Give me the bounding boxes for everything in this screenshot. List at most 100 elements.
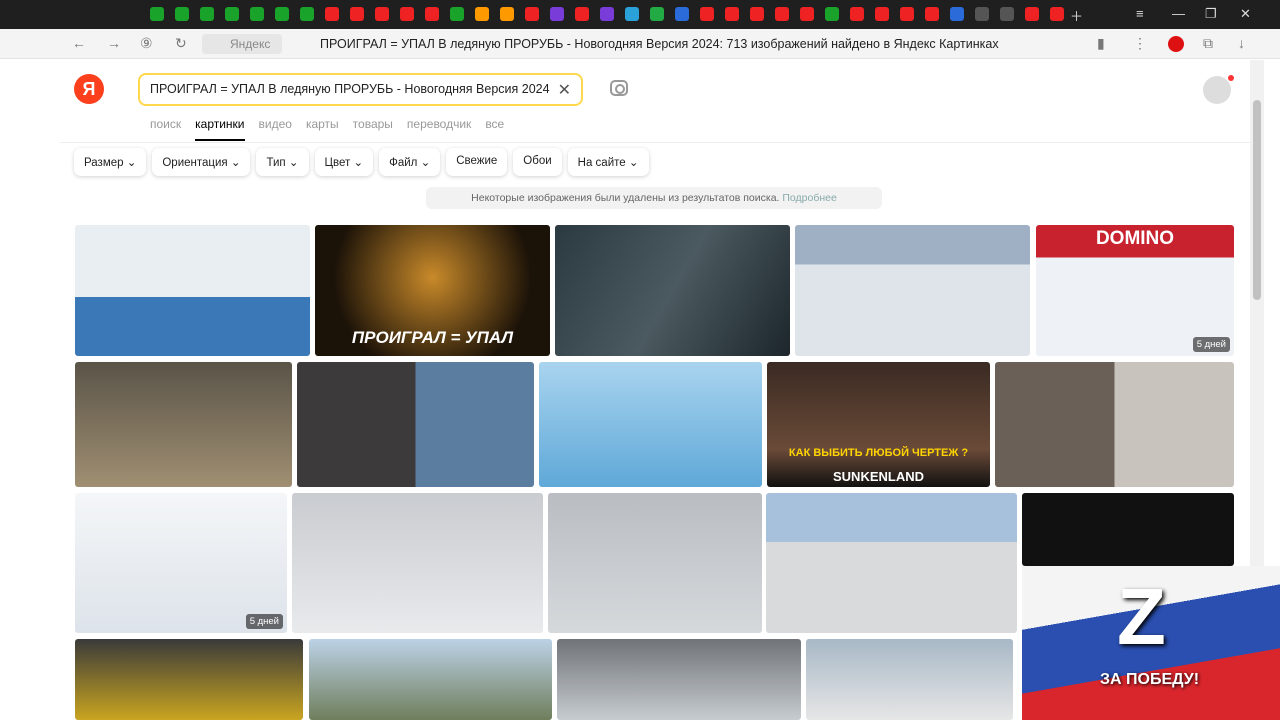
download-icon[interactable]: ↓ xyxy=(1238,35,1245,51)
tab-favicon-icon[interactable] xyxy=(675,7,689,21)
tab-maps[interactable]: карты xyxy=(306,117,339,141)
more-icon[interactable]: ⋮ xyxy=(1133,35,1147,52)
tab-favicon-icon[interactable] xyxy=(150,7,164,21)
menu-icon[interactable]: ≡ xyxy=(1136,6,1144,21)
tab-favicon-icon[interactable] xyxy=(1050,7,1064,21)
close-window-button[interactable]: ✕ xyxy=(1240,6,1251,22)
image-caption: КАК ВЫБИТЬ ЛЮБОЙ ЧЕРТЕЖ ? xyxy=(788,447,969,459)
filter-size[interactable]: Размер ⌄ xyxy=(74,148,147,176)
tab-favicon-icon[interactable] xyxy=(900,7,914,21)
image-result[interactable]: КАК ВЫБИТЬ ЛЮБОЙ ЧЕРТЕЖ ? SUNKENLAND xyxy=(767,362,990,487)
tab-favicon-icon[interactable] xyxy=(750,7,764,21)
tab-favicon-icon[interactable] xyxy=(775,7,789,21)
tab-favicon-icon[interactable] xyxy=(1025,7,1039,21)
yandex-icon[interactable]: ⑨ xyxy=(140,35,153,52)
image-result[interactable] xyxy=(555,225,790,356)
tab-favicon-icon[interactable] xyxy=(450,7,464,21)
tab-favicon-icon[interactable] xyxy=(725,7,739,21)
tab-images[interactable]: картинки xyxy=(195,117,245,141)
back-icon[interactable]: ← xyxy=(72,35,86,51)
image-result[interactable]: ПРОИГРАЛ = УПАЛ xyxy=(315,225,550,356)
tab-favicon-icon[interactable] xyxy=(650,7,664,21)
restore-button[interactable]: ❐ xyxy=(1205,6,1217,22)
image-result[interactable] xyxy=(766,493,1017,633)
bookmark-icon[interactable]: ▮ xyxy=(1097,35,1105,52)
image-result[interactable] xyxy=(548,493,762,633)
tab-favicon-icon[interactable] xyxy=(850,7,864,21)
notice-link[interactable]: Подробнее xyxy=(782,192,836,204)
tab-favicon-icon[interactable] xyxy=(550,7,564,21)
tab-favicon-icon[interactable] xyxy=(525,7,539,21)
tab-all[interactable]: все xyxy=(485,117,504,141)
tab-favicon-icon[interactable] xyxy=(425,7,439,21)
image-result[interactable] xyxy=(557,639,801,720)
tab-favicon-icon[interactable] xyxy=(400,7,414,21)
tab-favicon-icon[interactable] xyxy=(800,7,814,21)
forward-icon[interactable]: → xyxy=(107,35,121,51)
adblock-icon[interactable] xyxy=(1168,36,1184,52)
filter-orientation[interactable]: Ориентация ⌄ xyxy=(152,148,251,176)
minimize-button[interactable]: — xyxy=(1172,6,1185,21)
tab-favicon-icon[interactable] xyxy=(875,7,889,21)
site-host[interactable]: Яндекс xyxy=(202,34,282,54)
page-title[interactable]: ПРОИГРАЛ = УПАЛ В ледяную ПРОРУБЬ - Ново… xyxy=(320,37,999,51)
tab-favicon-icon[interactable] xyxy=(275,7,289,21)
tab-favicon-icon[interactable] xyxy=(600,7,614,21)
camera-search-icon[interactable] xyxy=(610,80,628,96)
image-result[interactable] xyxy=(75,362,292,487)
image-result[interactable]: 5 дней xyxy=(75,493,287,633)
tab-favicon-icon[interactable] xyxy=(175,7,189,21)
avatar[interactable] xyxy=(1203,75,1234,104)
tab-favicon-icon[interactable] xyxy=(575,7,589,21)
reload-icon[interactable]: ↻ xyxy=(175,35,187,52)
tab-search[interactable]: поиск xyxy=(150,117,181,141)
image-result[interactable] xyxy=(995,362,1234,487)
filter-site[interactable]: На сайте ⌄ xyxy=(567,148,649,176)
tab-favicon-icon[interactable] xyxy=(825,7,839,21)
tab-favicon-icon[interactable] xyxy=(500,7,514,21)
image-result[interactable] xyxy=(539,362,762,487)
filter-file[interactable]: Файл ⌄ xyxy=(379,148,441,176)
address-bar: ← → ⑨ ↻ Яндекс ПРОИГРАЛ = УПАЛ В ледяную… xyxy=(0,29,1280,59)
tab-favicon-icon[interactable] xyxy=(700,7,714,21)
tab-favicon-icon[interactable] xyxy=(375,7,389,21)
image-result[interactable] xyxy=(297,362,534,487)
tab-favicon-icon[interactable] xyxy=(300,7,314,21)
image-result[interactable]: DOMINO 5 дней xyxy=(1036,225,1234,356)
service-tabs: поиск картинки видео карты товары перево… xyxy=(150,117,504,141)
filter-fresh[interactable]: Свежие xyxy=(446,148,508,176)
yandex-logo[interactable]: Я xyxy=(74,74,104,104)
filter-color[interactable]: Цвет ⌄ xyxy=(314,148,374,176)
tab-favicon-icon[interactable] xyxy=(1000,7,1014,21)
image-caption: DOMINO xyxy=(1095,228,1175,249)
image-result[interactable] xyxy=(75,225,310,356)
new-tab-button[interactable]: ＋ xyxy=(1070,6,1083,25)
scrollbar-thumb[interactable] xyxy=(1253,100,1261,300)
tab-favicon-icon[interactable] xyxy=(625,7,639,21)
tab-favicon-icon[interactable] xyxy=(475,7,489,21)
filter-wallpapers[interactable]: Обои xyxy=(513,148,562,176)
age-badge: 5 дней xyxy=(1192,337,1230,352)
tab-favicon-icon[interactable] xyxy=(950,7,964,21)
tab-favicon-icon[interactable] xyxy=(350,7,364,21)
search-query[interactable]: ПРОИГРАЛ = УПАЛ В ледяную ПРОРУБЬ - Ново… xyxy=(150,82,550,96)
search-input[interactable]: ПРОИГРАЛ = УПАЛ В ледяную ПРОРУБЬ - Ново… xyxy=(138,73,583,106)
filter-type[interactable]: Тип ⌄ xyxy=(256,148,309,176)
tab-video[interactable]: видео xyxy=(259,117,292,141)
tab-favicon-icon[interactable] xyxy=(325,7,339,21)
image-result[interactable] xyxy=(806,639,1013,720)
tab-favicon-icon[interactable] xyxy=(225,7,239,21)
image-result[interactable] xyxy=(75,639,303,720)
tab-favicon-icon[interactable] xyxy=(200,7,214,21)
tab-translate[interactable]: переводчик xyxy=(407,117,471,141)
extensions-icon[interactable]: ⧉ xyxy=(1203,35,1213,52)
image-result[interactable] xyxy=(795,225,1030,356)
image-result[interactable] xyxy=(1022,493,1234,566)
tab-products[interactable]: товары xyxy=(353,117,393,141)
image-result[interactable] xyxy=(309,639,552,720)
tab-favicon-icon[interactable] xyxy=(250,7,264,21)
clear-icon[interactable]: ✕ xyxy=(558,80,571,100)
tab-favicon-icon[interactable] xyxy=(925,7,939,21)
image-result[interactable] xyxy=(292,493,543,633)
tab-favicon-icon[interactable] xyxy=(975,7,989,21)
